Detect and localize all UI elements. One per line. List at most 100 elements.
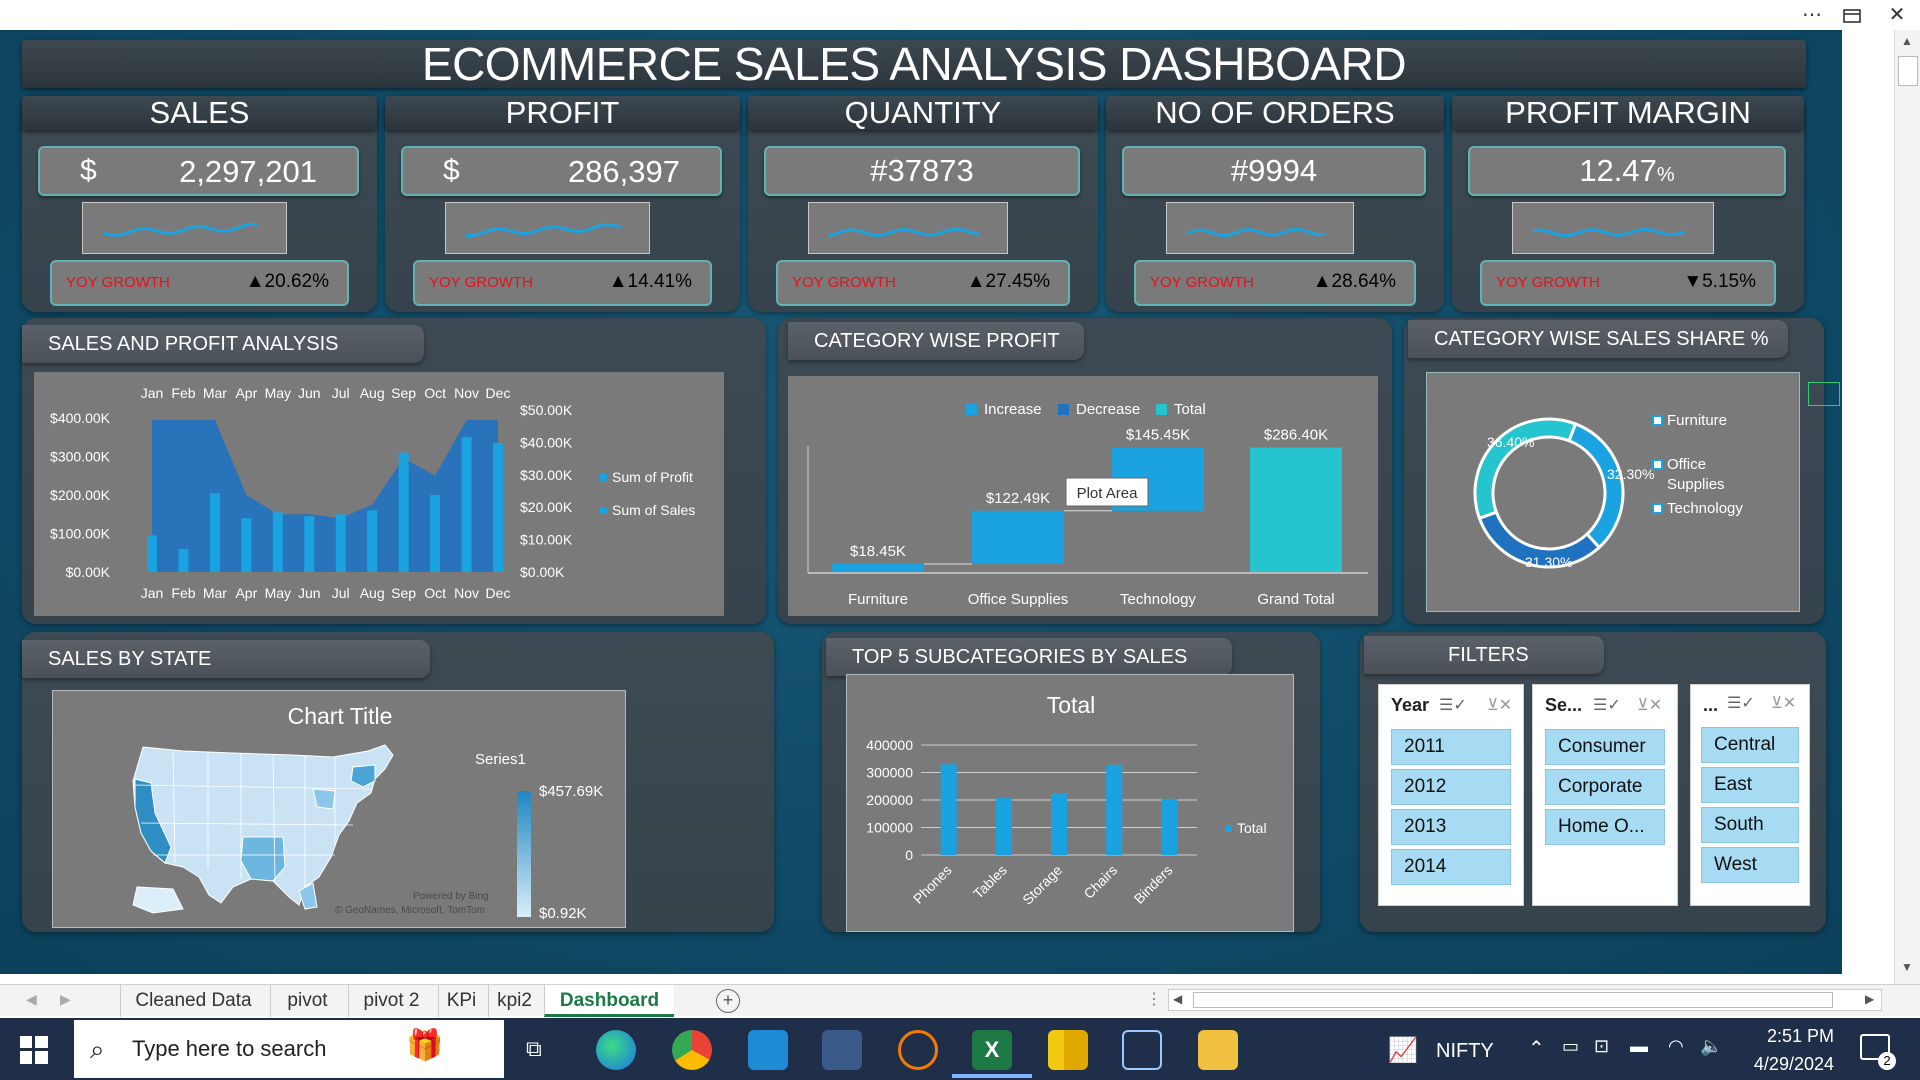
close-icon[interactable]: ✕ [1880, 2, 1914, 28]
sales-by-state-plot[interactable]: Chart Title Series1 $457.69K $0.92K Powe… [52, 690, 626, 928]
clear-filter-icon[interactable]: ⊻✕ [1637, 695, 1662, 715]
kpi-value: #9994 [1230, 153, 1318, 188]
kpi-sparkline-svg [828, 227, 980, 238]
sheet-tab[interactable]: pivot [270, 985, 344, 1017]
kpi-value-wrap: #37873 [766, 148, 1078, 194]
slicer-item[interactable]: South [1701, 807, 1799, 843]
kpi-sparkline [1166, 202, 1354, 254]
stock-chart-icon[interactable]: 📈 [1388, 1036, 1418, 1065]
slicer-item[interactable]: Corporate [1545, 769, 1665, 805]
scroll-down-icon[interactable]: ▼ [1901, 960, 1913, 974]
t5-category-label: Binders [1131, 862, 1176, 907]
y-tick: 400000 [866, 737, 913, 753]
vscode-icon[interactable] [748, 1030, 788, 1070]
kpi-sparkline-svg [466, 223, 622, 237]
multiselect-icon[interactable]: ☰✓ [1439, 695, 1467, 715]
month-label-bottom: Mar [203, 585, 227, 601]
slicer-item[interactable]: 2013 [1391, 809, 1511, 845]
search-icon: ⌕ [90, 1034, 105, 1064]
windows-start-icon[interactable] [20, 1036, 48, 1069]
vertical-scrollbar[interactable]: ▲ ▼ [1894, 30, 1920, 984]
top5-plot[interactable]: Total 0 100000 200000 300000 400000 Phones Tabl… [846, 674, 1294, 932]
kpi-sparkline-svg [102, 222, 259, 237]
notification-count: 2 [1878, 1052, 1896, 1070]
horizontal-scrollbar[interactable]: ◀ ▶ [1168, 989, 1882, 1011]
tableau-icon[interactable] [1122, 1030, 1162, 1070]
more-icon[interactable]: ⋯ [1795, 2, 1829, 28]
jupyter-icon[interactable] [898, 1030, 938, 1070]
slicer-item[interactable]: 2012 [1391, 769, 1511, 805]
sheet-tab[interactable]: Cleaned Data [120, 985, 266, 1017]
year-slicer-header: Year [1391, 695, 1430, 715]
slicer-item[interactable]: Central [1701, 727, 1799, 763]
category-profit-plot[interactable]: $18.45K Furniture $122.49K Office Supplies $… [788, 376, 1378, 616]
tab-scroll-left-icon[interactable]: ◀ [26, 991, 37, 1008]
y-right-tick: $30.00K [520, 467, 573, 483]
slicer-item[interactable]: Home O... [1545, 809, 1665, 845]
slicer-item[interactable]: Consumer [1545, 729, 1665, 765]
kpi-yoy-box: YOY GROWTH ▲14.41% [413, 260, 712, 306]
task-view-icon[interactable]: ⧉ [526, 1036, 542, 1062]
splitter-icon[interactable]: ⋮ [1146, 989, 1162, 1009]
network-tray-icon[interactable]: ⊡ [1594, 1036, 1609, 1057]
taskbar-search[interactable]: ⌕ Type here to search 🎁 [74, 1020, 504, 1078]
clock-time[interactable]: 2:51 PM [1754, 1026, 1834, 1047]
sales-bar [493, 443, 503, 572]
legend-label: Sum of Sales [612, 502, 695, 518]
powerbi-icon[interactable] [1048, 1030, 1088, 1070]
legend-label: Total [1237, 820, 1267, 836]
t5-bar [1161, 798, 1178, 855]
search-highlight-icon[interactable]: 🎁 [406, 1028, 443, 1063]
slicer-item[interactable]: 2014 [1391, 849, 1511, 885]
hscroll-thumb[interactable] [1193, 992, 1833, 1008]
slicer-item[interactable]: West [1701, 847, 1799, 883]
tray-chevron-icon[interactable]: ⌃ [1528, 1036, 1545, 1061]
legend-swatch [600, 474, 607, 481]
slicer-item[interactable]: East [1701, 767, 1799, 803]
restore-icon[interactable] [1836, 2, 1870, 28]
category-share-plot[interactable]: 31.30% 32.30% 36.40% Furniture Office Supplie… [1426, 372, 1800, 612]
tab-scroll-right-icon[interactable]: ▶ [60, 991, 71, 1008]
kpi-yoy-box: YOY GROWTH ▼5.15% [1480, 260, 1776, 306]
hscroll-right-icon[interactable]: ▶ [1865, 992, 1874, 1006]
wifi-icon[interactable]: ◠ [1668, 1036, 1684, 1057]
chrome-icon[interactable] [672, 1030, 712, 1070]
add-sheet-icon[interactable]: + [716, 989, 740, 1013]
selected-cell[interactable] [1808, 382, 1840, 406]
scroll-up-icon[interactable]: ▲ [1901, 34, 1913, 48]
sheet-tab[interactable]: Dashboard [544, 985, 674, 1017]
volume-icon[interactable]: 🔈 [1700, 1036, 1722, 1057]
kpi-yoy-box: YOY GROWTH ▲28.64% [1134, 260, 1416, 306]
category-share-title: CATEGORY WISE SALES SHARE % [1408, 320, 1788, 358]
sheet-tab[interactable]: kpi2 [488, 985, 540, 1017]
sales-profit-plot[interactable]: Jan Jan Feb Feb Mar Mar Apr Apr May May Jun Jun Jul J… [34, 372, 724, 616]
t5-category-label: Phones [910, 862, 955, 907]
slicer-item[interactable]: 2011 [1391, 729, 1511, 765]
meet-icon[interactable]: ▭ [1562, 1036, 1579, 1057]
sheet-tab[interactable]: KPi [438, 985, 484, 1017]
battery-icon[interactable]: ▬ [1630, 1036, 1648, 1057]
multiselect-icon[interactable]: ☰✓ [1593, 695, 1621, 715]
clear-filter-icon[interactable]: ⊻✕ [1771, 693, 1796, 713]
y-right-tick: $20.00K [520, 499, 573, 515]
kpi-yoy-value: ▲27.45% [966, 271, 1050, 292]
month-label-bottom: Jan [141, 585, 164, 601]
excel-icon[interactable]: X [972, 1030, 1012, 1070]
hscroll-left-icon[interactable]: ◀ [1173, 992, 1182, 1006]
file-explorer-icon[interactable] [1198, 1030, 1238, 1070]
clear-filter-icon[interactable]: ⊻✕ [1487, 695, 1512, 715]
multiselect-icon[interactable]: ☰✓ [1727, 693, 1755, 713]
month-label-top: Feb [171, 385, 195, 401]
y-right-tick: $50.00K [520, 402, 573, 418]
category-profit-chart: $18.45K Furniture $122.49K Office Supplies $… [807, 401, 1368, 608]
legend-label: Increase [984, 401, 1042, 418]
app-icon[interactable] [822, 1030, 862, 1070]
clock-date[interactable]: 4/29/2024 [1748, 1054, 1834, 1075]
sheet-tab[interactable]: pivot 2 [348, 985, 434, 1017]
kpi-value-wrap: 12.47% [1470, 148, 1784, 198]
ticker-text[interactable]: NIFTY [1436, 1040, 1494, 1063]
y-right-tick: $10.00K [520, 532, 573, 548]
y-left-tick: $0.00K [66, 564, 111, 580]
edge-icon[interactable] [596, 1030, 636, 1070]
scroll-thumb[interactable] [1898, 56, 1918, 86]
